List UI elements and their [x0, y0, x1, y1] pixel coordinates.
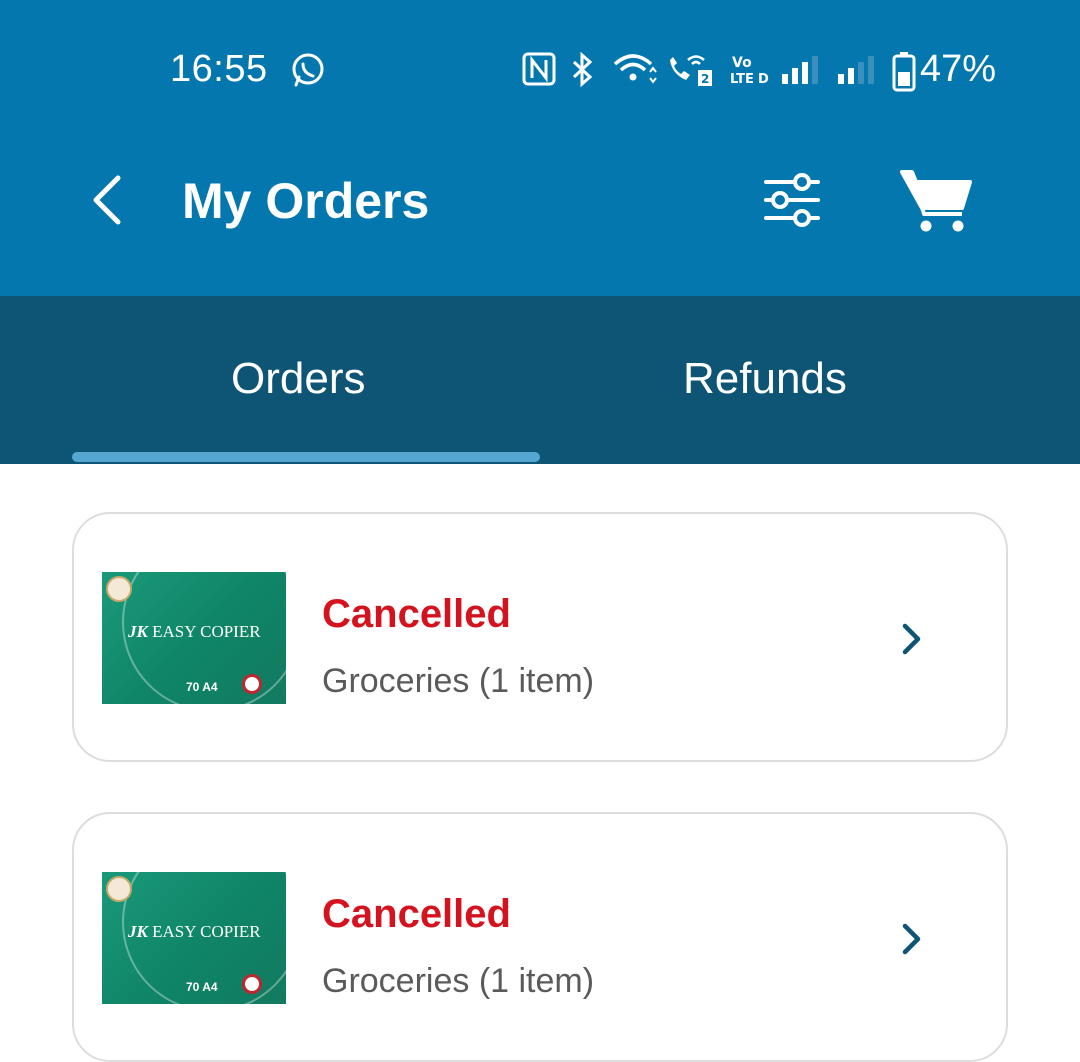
cart-icon	[900, 170, 972, 232]
status-bar: 16:55 2 Vo LTE D 47%	[0, 0, 1080, 140]
seal-icon	[106, 576, 132, 602]
order-card[interactable]: JK EASY COPIER 70 A4 Cancelled Groceries…	[72, 812, 1008, 1062]
svg-text:LTE: LTE	[730, 72, 754, 87]
badge-icon	[242, 974, 262, 994]
order-status: Cancelled	[322, 592, 511, 636]
bluetooth-icon	[570, 51, 596, 93]
status-time: 16:55	[170, 48, 268, 90]
filter-icon	[764, 173, 820, 227]
back-button[interactable]	[84, 170, 134, 230]
thumbnail-label: JK EASY COPIER	[128, 922, 261, 942]
thumbnail-product: EASY COPIER	[152, 922, 261, 941]
order-description: Groceries (1 item)	[322, 962, 595, 1000]
tab-orders[interactable]: Orders	[231, 354, 365, 404]
order-description: Groceries (1 item)	[322, 662, 595, 700]
order-card[interactable]: JK EASY COPIER 70 A4 Cancelled Groceries…	[72, 512, 1008, 762]
tab-refunds[interactable]: Refunds	[683, 354, 847, 404]
battery-icon	[892, 52, 916, 97]
thumbnail-detail: 70 A4	[186, 980, 218, 994]
svg-text:Vo: Vo	[732, 55, 752, 71]
nfc-icon	[522, 52, 556, 93]
chevron-right-icon[interactable]	[900, 622, 924, 656]
tab-indicator	[72, 452, 540, 462]
filter-button[interactable]	[760, 170, 824, 230]
tab-bar: Orders Refunds	[0, 296, 1080, 464]
thumbnail-brand: JK	[128, 922, 148, 941]
cart-button[interactable]	[898, 164, 974, 234]
thumbnail-product: EASY COPIER	[152, 622, 261, 641]
wifi-calling-icon: 2	[666, 52, 716, 93]
app-bar: My Orders	[0, 140, 1080, 296]
svg-text:2: 2	[701, 72, 709, 86]
volte-icon: Vo LTE D	[728, 52, 770, 93]
signal-icon	[780, 52, 824, 93]
page-title: My Orders	[182, 173, 430, 229]
wifi-icon	[612, 52, 658, 93]
seal-icon	[106, 876, 132, 902]
signal-icon	[836, 52, 884, 93]
back-icon	[93, 175, 121, 225]
thumbnail-label: JK EASY COPIER	[128, 622, 261, 642]
svg-text:D: D	[758, 72, 769, 87]
battery-percent: 47%	[920, 48, 997, 90]
chevron-right-icon[interactable]	[900, 922, 924, 956]
order-status: Cancelled	[322, 892, 511, 936]
product-thumbnail: JK EASY COPIER 70 A4	[102, 572, 286, 704]
product-thumbnail: JK EASY COPIER 70 A4	[102, 872, 286, 1004]
badge-icon	[242, 674, 262, 694]
thumbnail-detail: 70 A4	[186, 680, 218, 694]
thumbnail-brand: JK	[128, 622, 148, 641]
whatsapp-icon	[290, 52, 326, 93]
